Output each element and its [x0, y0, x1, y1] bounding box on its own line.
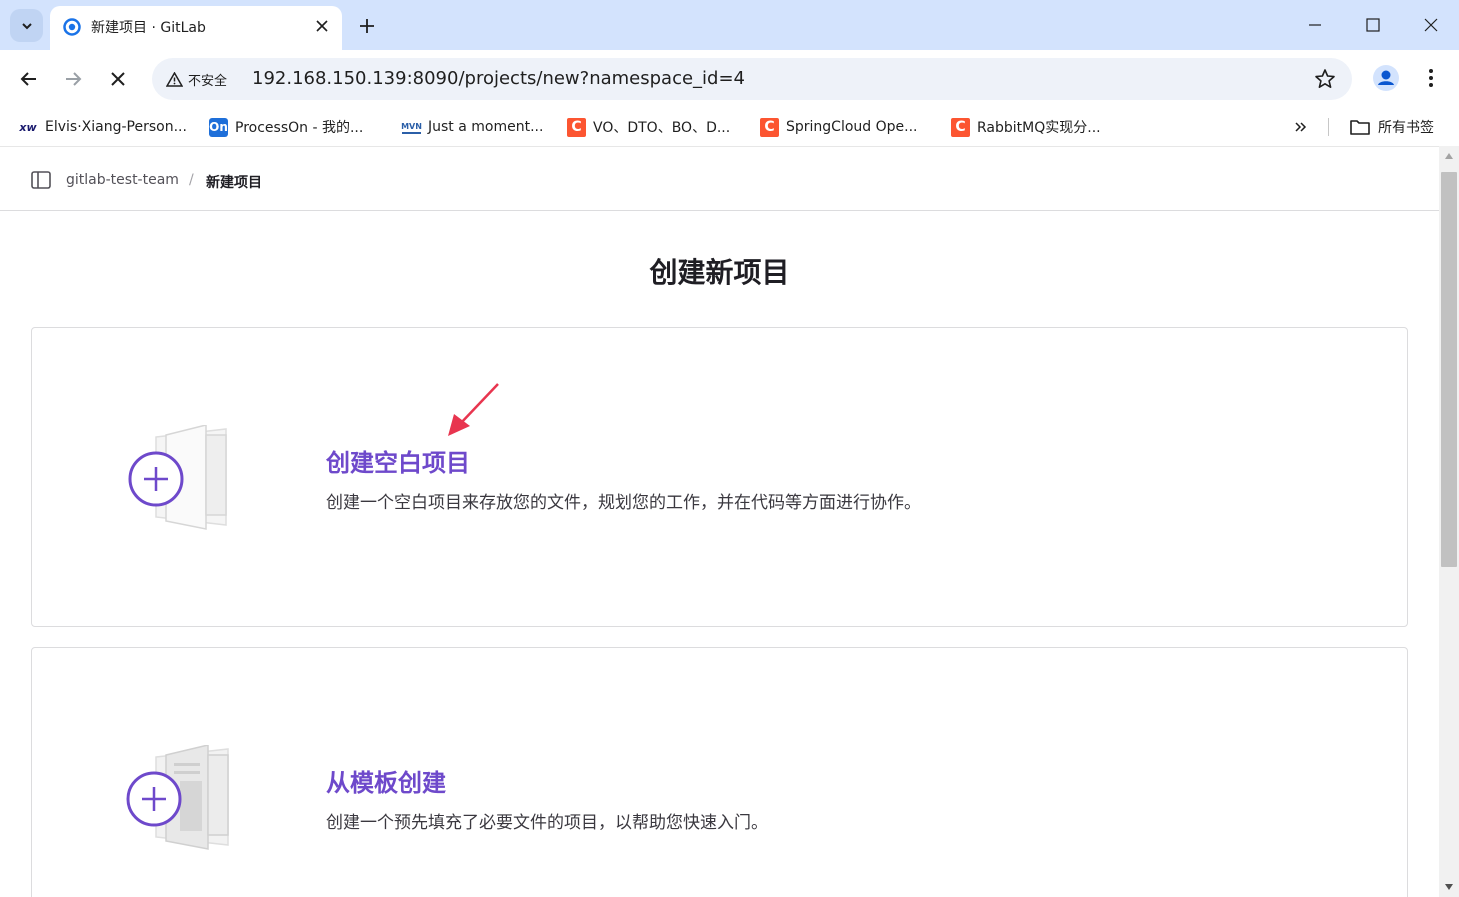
close-icon: [111, 72, 125, 86]
triangle-up-icon: [1445, 153, 1453, 159]
bookmark-item[interactable]: On ProcessOn - 我的...: [209, 116, 363, 138]
breadcrumb-parent-link[interactable]: gitlab-test-team: [66, 172, 179, 188]
bookmark-item[interactable]: C VO、DTO、BO、D...: [567, 116, 730, 138]
url-text[interactable]: 192.168.150.139:8090/projects/new?namesp…: [252, 68, 745, 89]
breadcrumb-current: 新建项目: [206, 175, 262, 191]
tab-close-button[interactable]: [312, 16, 332, 36]
security-label: 不安全: [188, 73, 228, 89]
bookmark-label: Just a moment...: [428, 119, 544, 135]
all-bookmarks-button[interactable]: 所有书签: [1350, 116, 1434, 138]
plus-icon: [360, 19, 374, 33]
bookmark-label: SpringCloud Ope...: [786, 119, 918, 135]
browser-tab-active[interactable]: 新建项目 · GitLab: [50, 6, 342, 50]
create-blank-project-description: 创建一个空白项目来存放您的文件，规划您的工作，并在代码等方面进行协作。: [326, 493, 921, 513]
xw-icon: xw: [19, 120, 37, 134]
minimize-button[interactable]: [1300, 10, 1330, 40]
address-bar[interactable]: 不安全 192.168.150.139:8090/projects/new?na…: [152, 58, 1352, 100]
bookmark-item[interactable]: C RabbitMQ实现分...: [951, 116, 1101, 138]
bookmark-label: RabbitMQ实现分...: [977, 120, 1101, 136]
scrollbar-thumb[interactable]: [1441, 172, 1457, 567]
blank-project-illustration-icon: [128, 425, 227, 530]
page-content: gitlab-test-team / 新建项目 创建新项目 创建空白项目 创建一…: [0, 146, 1439, 897]
tab-search-button[interactable]: [10, 9, 43, 42]
create-from-template-description: 创建一个预先填充了必要文件的项目，以帮助您快速入门。: [326, 813, 768, 833]
close-window-button[interactable]: [1416, 10, 1446, 40]
csdn-icon: C: [567, 117, 586, 137]
minimize-icon: [1309, 24, 1321, 26]
new-tab-button[interactable]: [354, 13, 380, 39]
bookmark-label: ProcessOn - 我的...: [235, 120, 364, 136]
scroll-down-button[interactable]: [1439, 877, 1459, 897]
security-indicator[interactable]: 不安全: [158, 63, 237, 95]
more-bookmarks-button[interactable]: [1290, 116, 1312, 138]
triangle-down-icon: [1445, 884, 1453, 890]
arrow-left-icon: [20, 72, 36, 86]
mvn-icon: MVN: [401, 120, 422, 134]
csdn-icon: C: [951, 117, 970, 137]
browser-menu-button[interactable]: [1419, 64, 1443, 92]
scroll-up-button[interactable]: [1439, 146, 1459, 166]
gitlab-circle-icon: [63, 18, 81, 36]
bookmarks-divider: [1328, 118, 1329, 136]
bookmark-label: Elvis·Xiang-Person...: [45, 119, 187, 135]
maximize-button[interactable]: [1358, 10, 1388, 40]
maximize-icon: [1366, 18, 1380, 32]
bookmark-star-icon[interactable]: [1314, 68, 1336, 90]
bookmark-item[interactable]: xw Elvis·Xiang-Person...: [18, 116, 187, 138]
profile-avatar-icon[interactable]: [1372, 64, 1400, 92]
back-button[interactable]: [14, 64, 44, 94]
tab-title: 新建项目 · GitLab: [91, 20, 206, 36]
create-blank-project-card[interactable]: 创建空白项目 创建一个空白项目来存放您的文件，规划您的工作，并在代码等方面进行协…: [31, 327, 1408, 627]
warning-triangle-icon: [166, 71, 183, 87]
all-bookmarks-label: 所有书签: [1378, 120, 1434, 136]
page-title: 创建新项目: [649, 256, 790, 289]
stop-loading-button[interactable]: [103, 64, 133, 94]
browser-toolbar: 不安全 192.168.150.139:8090/projects/new?na…: [0, 50, 1459, 108]
close-icon: [316, 20, 328, 32]
forward-button[interactable]: [58, 64, 88, 94]
bookmark-item[interactable]: MVN Just a moment...: [401, 116, 544, 138]
more-vertical-icon: [1429, 69, 1433, 87]
csdn-icon: C: [760, 117, 779, 137]
sidebar-toggle-icon[interactable]: [31, 171, 51, 189]
bookmark-label: VO、DTO、BO、D...: [593, 120, 731, 136]
breadcrumb-separator: /: [189, 172, 194, 188]
processon-icon: On: [209, 117, 228, 137]
template-project-illustration-icon: [126, 745, 229, 850]
bookmark-item[interactable]: C SpringCloud Ope...: [760, 116, 918, 138]
close-icon: [1424, 18, 1438, 32]
create-from-template-card[interactable]: 从模板创建 创建一个预先填充了必要文件的项目，以帮助您快速入门。: [31, 647, 1408, 897]
arrow-right-icon: [66, 72, 82, 86]
folder-icon: [1350, 120, 1370, 135]
page-scrollbar[interactable]: [1439, 146, 1459, 897]
create-blank-project-title[interactable]: 创建空白项目: [326, 443, 470, 478]
bookmarks-bar: xw Elvis·Xiang-Person... On ProcessOn - …: [0, 108, 1459, 146]
page-topbar: gitlab-test-team / 新建项目: [0, 147, 1439, 211]
browser-tab-strip: 新建项目 · GitLab: [0, 0, 1459, 50]
create-from-template-title[interactable]: 从模板创建: [326, 763, 446, 798]
chevron-down-icon: [21, 22, 32, 29]
chevron-double-right-icon: [1295, 122, 1307, 132]
